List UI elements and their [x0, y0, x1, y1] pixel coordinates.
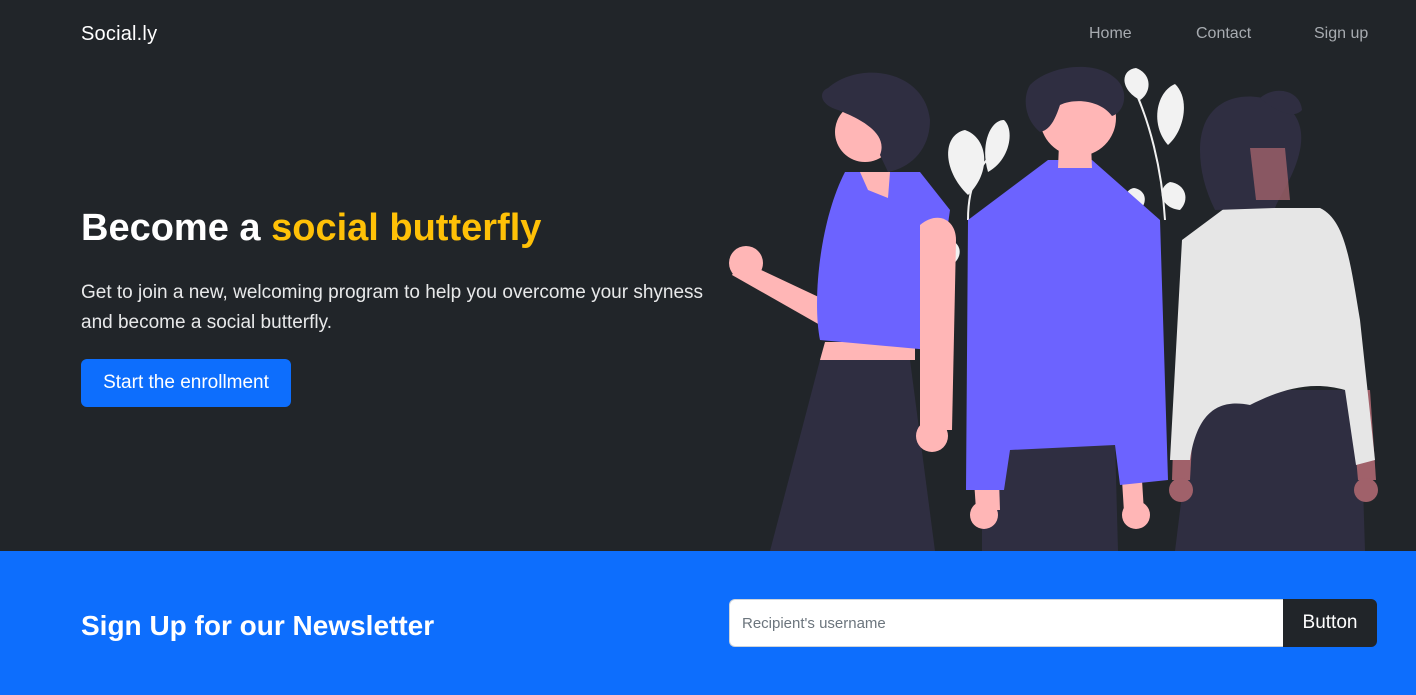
nav-link-contact[interactable]: Contact [1196, 25, 1251, 43]
hero-title: Become a social butterfly [81, 207, 541, 250]
newsletter-section: Sign Up for our Newsletter Button [0, 551, 1416, 695]
top-navbar: Social.ly Home Contact Sign up [0, 0, 1416, 70]
newsletter-submit-button[interactable]: Button [1283, 599, 1377, 647]
newsletter-title: Sign Up for our Newsletter [81, 610, 435, 641]
people-group-illustration [729, 66, 1378, 551]
start-enrollment-button[interactable]: Start the enrollment [81, 359, 291, 407]
hero-title-accent: social butterfly [271, 207, 542, 249]
brand-logo[interactable]: Social.ly [81, 23, 157, 46]
hero-title-prefix: Become a [81, 207, 272, 249]
woman-left-figure [729, 72, 956, 551]
recipient-username-input[interactable] [729, 599, 1285, 647]
hero-section: Become a social butterfly Get to join a … [0, 0, 1416, 551]
nav-link-sign-up[interactable]: Sign up [1314, 25, 1368, 43]
woman-right-figure [1169, 90, 1378, 551]
nav-link-home[interactable]: Home [1089, 25, 1132, 43]
hero-lead: Get to join a new, welcoming program to … [81, 282, 704, 333]
